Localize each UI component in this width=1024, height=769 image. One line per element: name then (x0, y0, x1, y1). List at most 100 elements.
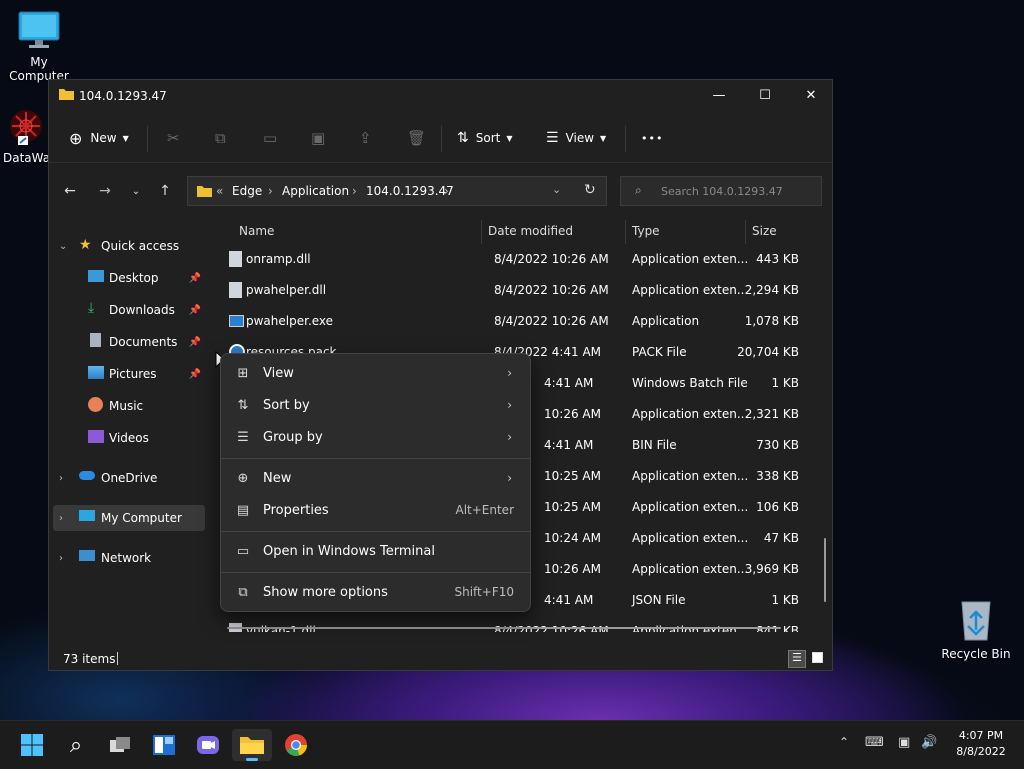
forward-button[interactable]: → (94, 180, 116, 202)
pin-icon[interactable]: 📌 (189, 369, 201, 380)
nav-item-downloads[interactable]: ⤓ Downloads 📌 (53, 297, 205, 323)
table-row[interactable]: pwahelper.exe 8/4/2022 10:26 AM Applicatio… (225, 306, 821, 337)
column-header-date[interactable]: Date modified (488, 224, 573, 238)
menu-item-view[interactable]: ⊞ View › (225, 357, 526, 389)
file-size: 1 KB (771, 376, 799, 390)
copy-button[interactable]: ⧉ (215, 125, 226, 151)
star-icon: ★ (79, 237, 92, 253)
show-hidden-icons-button[interactable]: ⌃ (839, 735, 849, 749)
table-row[interactable]: pwahelper.dll 8/4/2022 10:26 AM Applicatio… (225, 275, 821, 306)
recent-locations-button[interactable]: ⌄ (125, 180, 147, 202)
pin-icon[interactable]: 📌 (189, 305, 201, 316)
task-view-button[interactable] (100, 729, 140, 761)
list-icon: ☰ (237, 429, 249, 445)
pin-icon[interactable]: 📌 (189, 273, 201, 284)
grid-icon: ⊞ (237, 365, 249, 381)
search-box[interactable]: ⌕ (620, 176, 822, 206)
delete-button[interactable]: 🗑 (407, 125, 426, 151)
nav-item-pictures[interactable]: Pictures 📌 (53, 361, 205, 387)
breadcrumb-segment-edge[interactable]: Edge (232, 184, 262, 198)
address-history-chevron-icon[interactable]: ⌄ (552, 183, 561, 196)
view-lines-icon: ☰ (546, 130, 559, 146)
refresh-icon[interactable]: ↻ (584, 182, 596, 198)
nav-item-music[interactable]: Music (53, 393, 205, 419)
table-row[interactable]: onramp.dll 8/4/2022 10:26 AM Application e… (225, 244, 821, 275)
breadcrumb-overflow[interactable]: « (216, 184, 223, 198)
menu-item-new[interactable]: ⊕ New › (225, 462, 526, 494)
nav-item-desktop[interactable]: Desktop 📌 (53, 265, 205, 291)
breadcrumb-segment-version[interactable]: 104.0.1293.47 (366, 184, 454, 198)
column-divider[interactable] (745, 220, 746, 244)
menu-item-properties[interactable]: ▤ Properties Alt+Enter (225, 494, 526, 526)
nav-item-videos[interactable]: Videos (53, 425, 205, 451)
file-name: pwahelper.exe (246, 314, 334, 328)
chat-button[interactable] (188, 729, 228, 761)
desktop-icon-my-computer[interactable]: My Computer (0, 10, 78, 83)
nav-onedrive[interactable]: › OneDrive (53, 465, 205, 491)
file-date: 8/4/2022 10:26 AM (494, 252, 609, 266)
view-button[interactable]: ☰ View ▼ (546, 125, 606, 151)
column-header-name[interactable]: Name (239, 224, 274, 238)
chevron-right-icon: › (59, 552, 63, 564)
column-divider[interactable] (625, 220, 626, 244)
nav-label: OneDrive (101, 471, 158, 485)
more-options-button[interactable]: ••• (641, 125, 663, 151)
cut-button[interactable]: ✂ (167, 125, 180, 151)
address-bar[interactable]: « Edge › Application › 104.0.1293.47 › ⌄… (187, 176, 607, 206)
rename-button[interactable]: ▣ (311, 125, 325, 151)
widgets-button[interactable] (144, 729, 184, 761)
file-date: 8/4/2022 10:26 AM (494, 314, 609, 328)
chrome-icon (285, 734, 307, 756)
menu-item-open-terminal[interactable]: ▭ Open in Windows Terminal (225, 535, 526, 567)
search-taskbar-button[interactable]: ⌕ (56, 729, 96, 761)
column-divider[interactable] (481, 220, 482, 244)
status-separator (117, 652, 118, 665)
chevron-right-icon: › (507, 430, 512, 444)
file-explorer-taskbar-button[interactable] (232, 729, 272, 761)
nav-item-documents[interactable]: Documents 📌 (53, 329, 205, 355)
desktop-icon-datawag[interactable]: DataWag (0, 106, 48, 165)
pin-icon[interactable]: 📌 (189, 337, 201, 348)
nav-quick-access[interactable]: ⌄ ★ Quick access (53, 233, 205, 259)
table-row[interactable]: vulkan-1.dll8/4/2022 10:26 AMApplication… (225, 616, 821, 632)
menu-label: New (263, 470, 292, 486)
desktop-icon-recycle-bin[interactable]: Recycle Bin (936, 596, 1016, 661)
new-button[interactable]: ⊕ New ▼ (69, 125, 135, 151)
keyboard-icon[interactable]: ⌨ (865, 735, 884, 750)
tiles-view-button[interactable] (810, 650, 826, 668)
menu-item-show-more-options[interactable]: ⧉ Show more options Shift+F10 (225, 576, 526, 608)
horizontal-scrollbar[interactable] (227, 627, 781, 629)
paste-button[interactable]: ▭ (263, 125, 277, 151)
start-button[interactable] (12, 729, 52, 761)
menu-item-group-by[interactable]: ☰ Group by › (225, 421, 526, 453)
file-name: pwahelper.dll (246, 283, 327, 297)
nav-my-computer[interactable]: › My Computer (53, 505, 205, 531)
vertical-scrollbar[interactable] (824, 538, 826, 602)
video-icon (88, 430, 104, 443)
back-button[interactable]: ← (59, 180, 81, 202)
breadcrumb-segment-application[interactable]: Application (282, 184, 349, 198)
up-button[interactable]: ↑ (154, 180, 176, 202)
details-view-button[interactable]: ☰ (788, 650, 806, 668)
context-menu: ⊞ View › ⇅ Sort by › ☰ Group by › ⊕ New … (220, 353, 531, 612)
share-button[interactable]: ⇪ (359, 125, 372, 151)
network-status-icon[interactable]: ▣ (898, 735, 910, 750)
desktop-icon-label: DataWag (3, 151, 48, 165)
clock[interactable]: 4:07 PM 8/8/2022 (948, 728, 1014, 760)
column-header-type[interactable]: Type (632, 224, 660, 238)
column-header-size[interactable]: Size (752, 224, 777, 238)
volume-icon[interactable]: 🔊 (921, 735, 937, 750)
minimize-button[interactable]: — (696, 80, 742, 110)
share-icon: ⇪ (359, 129, 372, 147)
chrome-button[interactable] (276, 729, 316, 761)
nav-network[interactable]: › Network (53, 545, 205, 571)
maximize-button[interactable]: ☐ (742, 80, 788, 110)
menu-item-sort-by[interactable]: ⇅ Sort by › (225, 389, 526, 421)
title-bar[interactable]: 104.0.1293.47 — ☐ ✕ (49, 80, 832, 112)
search-input[interactable] (659, 184, 813, 199)
file-date: 10:25 AM (544, 469, 601, 483)
menu-label: Properties (263, 502, 329, 518)
sort-button[interactable]: ⇅ Sort ▼ (457, 125, 513, 151)
close-button[interactable]: ✕ (788, 80, 834, 110)
windows-logo-icon (21, 734, 43, 756)
